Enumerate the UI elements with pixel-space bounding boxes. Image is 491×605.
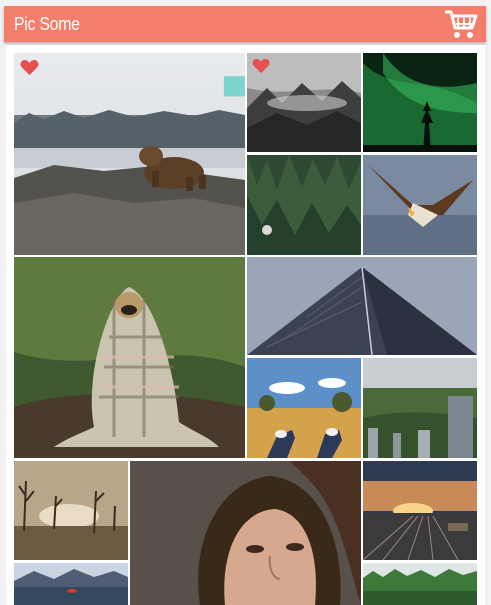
photo-snowy-lake[interactable] <box>14 563 128 605</box>
photo-green-trees[interactable] <box>363 563 477 605</box>
photo-woman-portrait[interactable] <box>130 461 361 605</box>
cart-icon[interactable] <box>444 8 478 40</box>
photo-aurora[interactable] <box>363 53 477 152</box>
photo-grid <box>6 45 485 605</box>
photo-dead-trees[interactable] <box>14 461 128 560</box>
photo-bear[interactable] <box>14 53 245 255</box>
photo-green-forest[interactable] <box>247 155 361 255</box>
photo-field-feet[interactable] <box>247 358 361 458</box>
app-title: Pic Some <box>14 14 80 34</box>
photo-eagle[interactable] <box>363 155 477 255</box>
photo-pug-blanket[interactable] <box>14 257 245 458</box>
photo-foggy-forest[interactable] <box>247 53 361 152</box>
photo-rail-sunset[interactable] <box>363 461 477 560</box>
heart-icon[interactable] <box>20 59 39 76</box>
add-to-cart-icon[interactable] <box>222 61 245 255</box>
photo-skyscraper[interactable] <box>247 257 477 355</box>
heart-icon[interactable] <box>252 58 270 74</box>
app-header: Pic Some <box>4 6 486 42</box>
photo-city-skyline[interactable] <box>363 358 477 458</box>
